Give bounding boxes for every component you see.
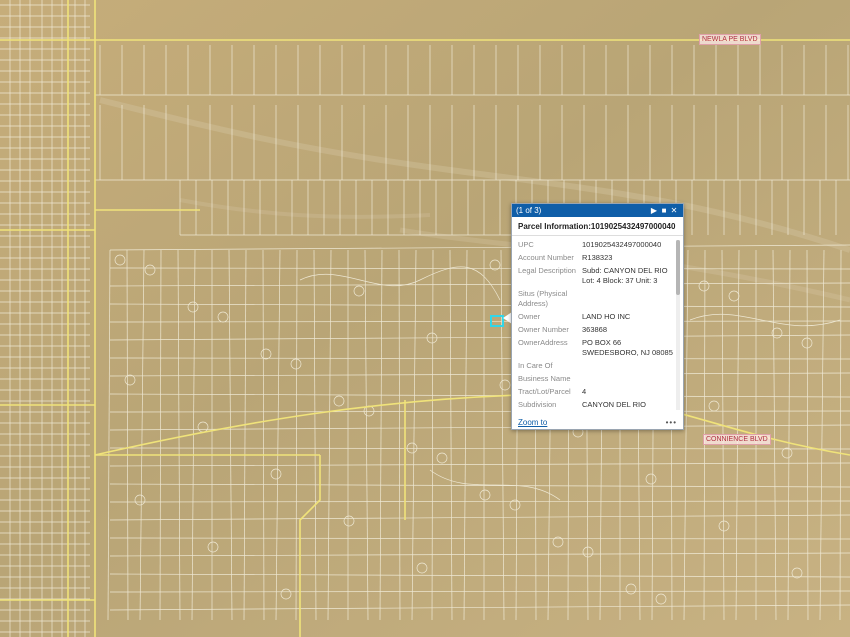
field-value: 1019025432497000040	[582, 240, 662, 249]
parcel-popup: (1 of 3) ▶ ■ ✕ Parcel Information:101902…	[511, 203, 684, 430]
field-value: PO BOX 66 SWEDESBORO, NJ 08085	[582, 338, 673, 357]
field-key: Owner	[518, 312, 541, 321]
popup-field-row: Subdivision CANYON DEL RIO	[518, 400, 683, 410]
field-value	[582, 361, 677, 371]
field-key: In Care Of	[518, 361, 553, 370]
more-actions-icon[interactable]: •••	[666, 418, 677, 427]
field-value: Subd: CANYON DEL RIO Lot: 4 Block: 37 Un…	[582, 266, 668, 285]
popup-field-row: Situs (Physical Address)	[518, 289, 683, 309]
field-key: OwnerAddress	[518, 338, 568, 347]
field-value: R138323	[582, 253, 613, 262]
zoom-to-link[interactable]: Zoom to	[518, 418, 666, 427]
map-canvas[interactable]	[0, 0, 850, 637]
popup-scrollbar[interactable]	[676, 240, 680, 410]
popup-field-row: UPC 1019025432497000040	[518, 240, 683, 250]
next-feature-icon[interactable]: ▶	[649, 206, 659, 215]
scroll-thumb[interactable]	[676, 240, 680, 295]
popup-footer: Zoom to •••	[518, 418, 677, 427]
field-value: CANYON DEL RIO	[582, 400, 646, 409]
field-key: Business Name	[518, 374, 571, 383]
popup-field-row: Legal Description Subd: CANYON DEL RIO Lo…	[518, 266, 683, 286]
field-value	[582, 374, 677, 384]
road-label-newla: NEWLA PE BLVD	[699, 34, 761, 45]
field-key: Account Number	[518, 253, 574, 262]
field-value	[582, 289, 677, 309]
close-icon[interactable]: ✕	[669, 206, 679, 215]
popup-field-row: Tract/Lot/Parcel 4	[518, 387, 683, 397]
maximize-icon[interactable]: ■	[659, 206, 669, 215]
popup-field-row: Owner LAND HO INC	[518, 312, 683, 322]
field-value: 363868	[582, 325, 608, 334]
field-key: Subdivision	[518, 400, 557, 409]
field-value: LAND HO INC	[582, 312, 631, 321]
popup-field-row: OwnerAddress PO BOX 66 SWEDESBORO, NJ 080…	[518, 338, 683, 358]
popup-field-row: Business Name	[518, 374, 683, 384]
road-label-conniance: CONNIENCE BLVD	[703, 434, 771, 445]
popup-title: Parcel Information:1019025432497000040	[512, 217, 683, 236]
popup-header: (1 of 3) ▶ ■ ✕	[512, 204, 683, 217]
popup-field-row: In Care Of	[518, 361, 683, 371]
field-key: Situs (Physical Address)	[518, 289, 568, 308]
popup-field-row: Account Number R138323	[518, 253, 683, 263]
popup-body[interactable]: UPC 1019025432497000040 Account Number R138…	[512, 236, 683, 420]
popup-counter: (1 of 3)	[516, 206, 542, 215]
field-key: UPC	[518, 240, 534, 249]
field-key: Legal Description	[518, 266, 576, 275]
popup-field-row: Owner Number 363868	[518, 325, 683, 335]
field-key: Owner Number	[518, 325, 569, 334]
field-value: 4	[582, 387, 587, 396]
field-key: Tract/Lot/Parcel	[518, 387, 571, 396]
